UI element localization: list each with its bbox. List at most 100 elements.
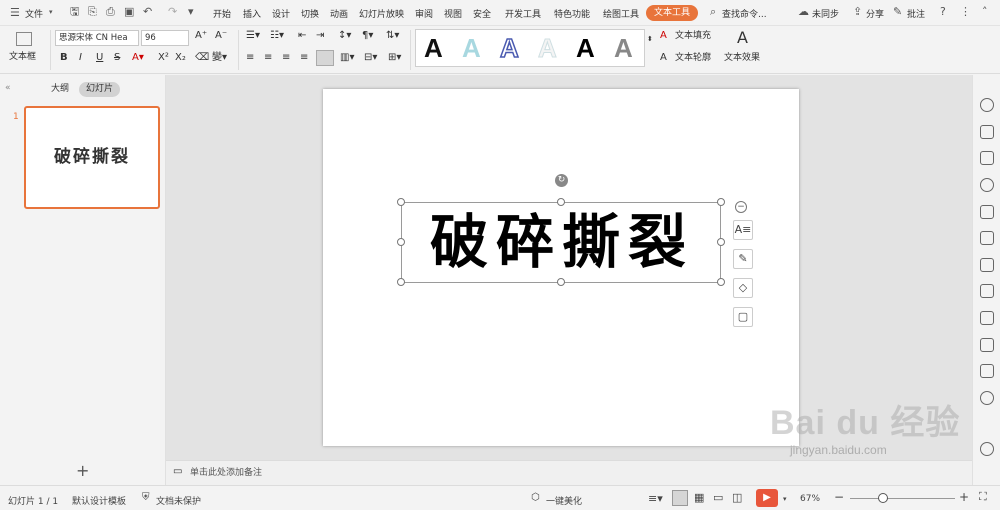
more-options-icon[interactable]: ⋮ bbox=[960, 6, 971, 17]
slide[interactable]: 破碎撕裂 ↻ − A≡ ✎ ◇ ▢ bbox=[323, 89, 799, 446]
underline-button[interactable]: U bbox=[96, 53, 103, 63]
tab-home[interactable]: 开始 bbox=[213, 7, 231, 20]
share-icon[interactable]: ⇪ bbox=[853, 6, 862, 17]
text-fit-icon[interactable]: ⊞▾ bbox=[388, 53, 401, 63]
collapse-ribbon-icon[interactable]: ˄ bbox=[982, 6, 988, 17]
tab-review[interactable]: 审阅 bbox=[415, 7, 433, 20]
star-icon[interactable] bbox=[980, 98, 994, 112]
text-outline-button[interactable]: 文本轮廓 bbox=[675, 54, 711, 63]
textbox-button[interactable]: 文本框 bbox=[9, 53, 36, 62]
beautify-icon[interactable]: ⬡ bbox=[531, 492, 540, 503]
view-options-icon[interactable]: ≡▾ bbox=[648, 492, 663, 505]
numbered-list-icon[interactable]: ☷▾ bbox=[270, 31, 284, 41]
decrease-indent-icon[interactable]: ⇤ bbox=[298, 31, 306, 41]
resize-handle[interactable] bbox=[397, 238, 405, 246]
play-slideshow-button[interactable]: ▶ bbox=[756, 489, 778, 507]
style-light-blue[interactable]: A bbox=[462, 33, 481, 63]
undo-icon[interactable]: ↶ bbox=[143, 6, 152, 17]
tab-slideshow[interactable]: 幻灯片放映 bbox=[359, 7, 404, 20]
protection-status[interactable]: 文档未保护 bbox=[156, 494, 201, 507]
text-fill-icon[interactable]: A bbox=[660, 31, 667, 41]
vertical-align-icon[interactable]: ⊟▾ bbox=[364, 53, 377, 63]
collapse-panel-icon[interactable]: « bbox=[5, 84, 11, 93]
notes-placeholder[interactable]: 单击此处添加备注 bbox=[190, 469, 262, 478]
command-search[interactable]: 查找命令... bbox=[722, 7, 767, 20]
tab-design[interactable]: 设计 bbox=[272, 7, 290, 20]
text-box[interactable]: 破碎撕裂 bbox=[397, 198, 725, 286]
strikethrough-button[interactable]: S bbox=[114, 53, 120, 63]
tab-text-tools[interactable]: 文本工具 bbox=[646, 5, 698, 21]
tab-security[interactable]: 安全 bbox=[473, 7, 491, 20]
export-panel-icon[interactable] bbox=[980, 338, 994, 352]
text-outline-icon[interactable]: A bbox=[660, 53, 667, 63]
resize-handle[interactable] bbox=[717, 198, 725, 206]
grow-font-icon[interactable]: A⁺ bbox=[195, 31, 207, 41]
export-icon[interactable]: ⎘ bbox=[88, 6, 97, 17]
tab-view[interactable]: 视图 bbox=[444, 7, 462, 20]
text-direction-icon[interactable]: ⇅▾ bbox=[386, 31, 399, 41]
preview-icon[interactable]: ▣ bbox=[124, 6, 134, 17]
file-menu[interactable]: 文件 bbox=[25, 7, 43, 20]
tab-developer[interactable]: 开发工具 bbox=[505, 7, 541, 20]
font-size-select[interactable]: 96 bbox=[141, 30, 189, 46]
beautify-button[interactable]: 一键美化 bbox=[546, 494, 582, 507]
settings-icon[interactable] bbox=[980, 284, 994, 298]
fill-icon[interactable] bbox=[980, 205, 994, 219]
shapes-icon[interactable] bbox=[980, 151, 994, 165]
print-icon[interactable]: ⎙ bbox=[106, 6, 115, 17]
document-icon[interactable] bbox=[980, 311, 994, 325]
text-fill-button[interactable]: 文本填充 bbox=[675, 32, 711, 41]
zoom-slider-track[interactable] bbox=[850, 498, 955, 499]
line-spacing-icon[interactable]: ↕▾ bbox=[338, 31, 351, 41]
help-panel-icon[interactable] bbox=[980, 442, 994, 456]
zoom-slider-thumb[interactable] bbox=[878, 493, 888, 503]
distributed-align-icon[interactable] bbox=[316, 50, 334, 66]
text-effects-icon[interactable]: A bbox=[737, 30, 748, 46]
help-icon[interactable]: ? bbox=[940, 6, 946, 17]
shrink-font-icon[interactable]: A⁻ bbox=[215, 31, 227, 41]
audio-icon[interactable] bbox=[980, 391, 994, 405]
zoom-out-icon[interactable]: − bbox=[834, 490, 844, 504]
align-right-icon[interactable]: ≡ bbox=[282, 53, 290, 63]
grid-icon[interactable] bbox=[980, 231, 994, 245]
resize-handle[interactable] bbox=[717, 278, 725, 286]
cloud-sync-icon[interactable]: ☁ bbox=[798, 6, 809, 17]
copy-icon[interactable] bbox=[980, 125, 994, 139]
comment-icon[interactable]: ✎ bbox=[893, 6, 902, 17]
paragraph-icon[interactable]: ¶▾ bbox=[362, 31, 373, 41]
slide-title-text[interactable]: 破碎撕裂 bbox=[402, 206, 722, 278]
style-gray[interactable]: A bbox=[614, 33, 633, 63]
text-effects-button[interactable]: 文本效果 bbox=[724, 54, 760, 63]
subscript-button[interactable]: X₂ bbox=[175, 53, 186, 63]
comment-button[interactable]: 批注 bbox=[907, 7, 925, 20]
design-template[interactable]: 默认设计模板 bbox=[72, 494, 126, 507]
font-name-select[interactable]: 思源宋体 CN Hea bbox=[55, 30, 139, 46]
bold-button[interactable]: B bbox=[60, 53, 68, 63]
superscript-button[interactable]: X² bbox=[158, 53, 169, 63]
hamburger-icon[interactable]: ☰ bbox=[10, 7, 20, 18]
tab-drawing-tools[interactable]: 绘图工具 bbox=[603, 7, 639, 20]
resize-handle[interactable] bbox=[397, 278, 405, 286]
increase-indent-icon[interactable]: ⇥ bbox=[316, 31, 324, 41]
style-black[interactable]: A bbox=[424, 33, 443, 63]
chevron-down-icon[interactable]: ▾ bbox=[49, 9, 53, 16]
edit-icon[interactable] bbox=[980, 364, 994, 378]
pen-float-icon[interactable]: ✎ bbox=[733, 249, 753, 269]
resize-handle[interactable] bbox=[397, 198, 405, 206]
more-icon[interactable]: ▾ bbox=[188, 6, 194, 17]
align-center-icon[interactable]: ≡ bbox=[264, 53, 272, 63]
resize-handle[interactable] bbox=[717, 238, 725, 246]
collapse-float-icon[interactable]: − bbox=[735, 201, 747, 213]
style-bold-black[interactable]: A bbox=[576, 33, 595, 63]
clear-format-icon[interactable]: ⌫ bbox=[195, 53, 209, 63]
justify-icon[interactable]: ≡ bbox=[300, 53, 308, 63]
tab-slides[interactable]: 幻灯片 bbox=[79, 82, 121, 97]
tab-transition[interactable]: 切换 bbox=[301, 7, 319, 20]
style-pale[interactable]: A bbox=[538, 33, 558, 64]
textbox-icon[interactable] bbox=[16, 32, 32, 46]
font-color-button[interactable]: A▾ bbox=[132, 53, 144, 63]
slide-thumbnail[interactable]: 破碎撕裂 bbox=[24, 106, 160, 209]
search-icon[interactable]: ⌕ bbox=[710, 6, 716, 17]
text-style-float-icon[interactable]: A≡ bbox=[733, 220, 753, 240]
normal-view-icon[interactable] bbox=[672, 490, 688, 506]
